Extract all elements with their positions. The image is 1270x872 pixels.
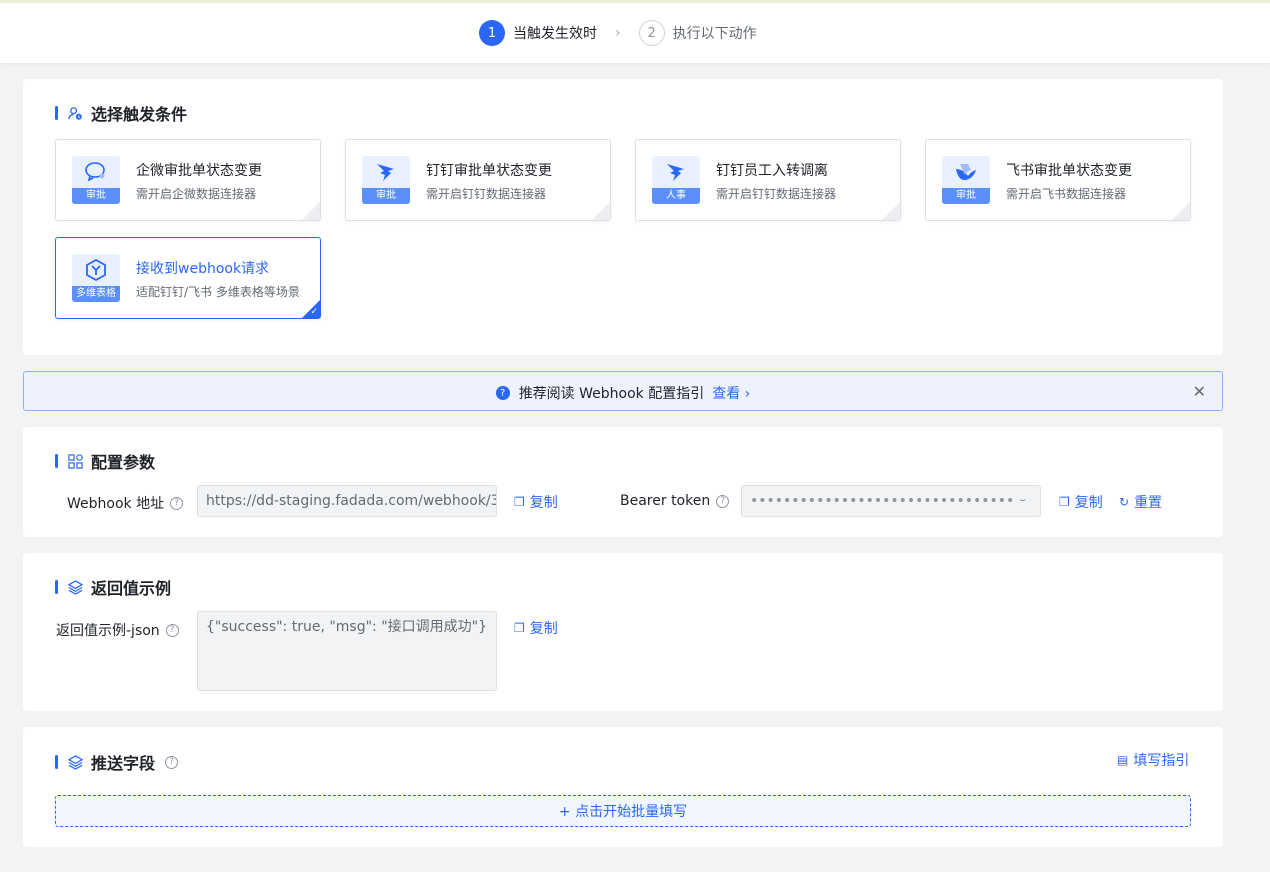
dingtalk-icon: 审批 <box>362 156 410 204</box>
step-1-number[interactable]: 1 <box>479 20 505 46</box>
user-trigger-icon <box>68 106 83 121</box>
section-title-text: 配置参数 <box>91 453 156 472</box>
option-corner <box>302 202 320 220</box>
trigger-option-feishu-approval[interactable]: 审批 飞书审批单状态变更 需开启飞书数据连接器 <box>925 139 1191 221</box>
section-bar <box>55 580 58 594</box>
return-section-title: 返回值示例 <box>55 575 171 599</box>
webhook-url-label-text: Webhook 地址 <box>67 496 165 512</box>
option-tag: 审批 <box>362 188 410 204</box>
copy-label: 复制 <box>529 495 558 511</box>
copy-icon: ❐ <box>1059 495 1070 509</box>
step-1-label[interactable]: 当触发生效时 <box>513 23 597 43</box>
help-icon[interactable]: ? <box>170 496 184 510</box>
bearer-token-label: Bearer token ? <box>620 493 730 509</box>
config-section-title: 配置参数 <box>55 449 155 473</box>
dingtalk-icon: 人事 <box>652 156 700 204</box>
section-title-text: 返回值示例 <box>91 579 172 598</box>
help-icon[interactable]: ? <box>165 755 179 769</box>
step-header: 1 当触发生效时 › 2 执行以下动作 <box>0 3 1270 63</box>
return-json-label-text: 返回值示例-json <box>56 623 160 639</box>
trigger-option-wecom-approval[interactable]: 审批 企微审批单状态变更 需开启企微数据连接器 <box>55 139 321 221</box>
webhook-url-label: Webhook 地址 ? <box>67 493 184 513</box>
trigger-section-title: 选择触发条件 <box>55 101 187 125</box>
chevron-right-icon: › <box>615 25 621 41</box>
copy-icon: ❐ <box>514 621 525 635</box>
copy-label: 复制 <box>529 621 558 637</box>
option-title: 接收到webhook请求 <box>136 261 270 277</box>
option-tag: 人事 <box>652 188 700 204</box>
option-tag: 审批 <box>72 188 120 204</box>
return-json-textarea[interactable]: {"success": true, "msg": "接口调用成功"} <box>197 611 497 691</box>
notice-text: 推荐阅读 Webhook 配置指引 <box>518 386 705 402</box>
option-title: 飞书审批单状态变更 <box>1006 163 1132 179</box>
trigger-option-dingtalk-hr[interactable]: 人事 钉钉员工入转调离 需开启钉钉数据连接器 <box>635 139 901 221</box>
section-bar <box>55 106 58 120</box>
step-2-number[interactable]: 2 <box>638 20 665 46</box>
question-icon: ? <box>495 386 510 400</box>
copy-icon: ❐ <box>514 495 525 509</box>
option-title: 企微审批单状态变更 <box>136 163 262 179</box>
layers-icon <box>68 579 83 595</box>
grid-icon <box>68 453 83 469</box>
help-icon[interactable]: ? <box>716 494 730 508</box>
bearer-token-field[interactable]: •••••••••••••••••••••••••••••••• <box>741 485 1041 517</box>
stepper: 1 当触发生效时 › 2 执行以下动作 <box>479 20 757 46</box>
section-bar <box>55 755 58 769</box>
copy-label: 复制 <box>1074 495 1103 511</box>
return-json-label: 返回值示例-json ? <box>56 620 179 640</box>
copy-json-button[interactable]: ❐ 复制 <box>514 618 558 638</box>
push-section-title: 推送字段 ? <box>55 750 179 774</box>
fill-guide-link[interactable]: ▤ 填写指引 <box>1117 750 1189 770</box>
view-guide-link[interactable]: 查看 › <box>712 383 750 403</box>
bearer-token-label-text: Bearer token <box>620 493 711 509</box>
copy-webhook-button[interactable]: ❐ 复制 <box>514 492 558 512</box>
option-corner <box>882 202 900 220</box>
batch-fill-button[interactable]: + 点击开始批量填写 <box>55 795 1191 827</box>
option-desc: 需开启钉钉数据连接器 <box>716 187 837 201</box>
section-bar <box>55 454 58 468</box>
copy-token-button[interactable]: ❐ 复制 <box>1059 492 1103 512</box>
eye-closed-icon[interactable]: ⌣ <box>1019 493 1026 507</box>
section-title-text: 选择触发条件 <box>91 105 188 124</box>
option-desc: 需开启企微数据连接器 <box>136 187 257 201</box>
reset-token-button[interactable]: ↻ 重置 <box>1119 492 1162 512</box>
wecom-chat-icon: 审批 <box>72 156 120 204</box>
return-section: 返回值示例 返回值示例-json ? {"success": true, "ms… <box>23 553 1223 711</box>
push-fields-section: 推送字段 ? ▤ 填写指引 + 点击开始批量填写 <box>23 727 1223 847</box>
option-corner <box>1172 202 1190 220</box>
trigger-option-dingtalk-approval[interactable]: 审批 钉钉审批单状态变更 需开启钉钉数据连接器 <box>345 139 611 221</box>
option-tag: 多维表格 <box>72 286 120 302</box>
trigger-section: 选择触发条件 审批 企微审批单状态变更 需开启企微数据连接器 审批 钉钉审批单状… <box>23 79 1223 355</box>
option-tag: 审批 <box>942 188 990 204</box>
trigger-option-webhook[interactable]: 多维表格 接收到webhook请求 适配钉钉/飞书 多维表格等场景 ✓ <box>55 237 321 319</box>
webhook-cube-icon: 多维表格 <box>72 254 120 302</box>
refresh-icon: ↻ <box>1119 495 1130 509</box>
option-title: 钉钉审批单状态变更 <box>426 163 552 179</box>
option-corner <box>592 202 610 220</box>
check-icon: ✓ <box>310 307 318 317</box>
option-desc: 需开启飞书数据连接器 <box>1006 187 1127 201</box>
option-desc: 需开启钉钉数据连接器 <box>426 187 547 201</box>
option-desc: 适配钉钉/飞书 多维表格等场景 <box>136 285 300 299</box>
step-2-label[interactable]: 执行以下动作 <box>673 23 757 43</box>
document-icon: ▤ <box>1117 753 1129 767</box>
layers-icon <box>68 754 83 770</box>
webhook-guide-notice: ? 推荐阅读 Webhook 配置指引 查看 › ✕ <box>23 371 1223 411</box>
reset-label: 重置 <box>1134 495 1163 511</box>
help-icon[interactable]: ? <box>165 623 179 637</box>
close-icon[interactable]: ✕ <box>1193 382 1206 401</box>
section-title-text: 推送字段 <box>91 754 156 773</box>
webhook-url-field[interactable]: https://dd-staging.fadada.com/webhook/3 <box>197 485 497 517</box>
option-title: 钉钉员工入转调离 <box>716 163 828 179</box>
config-section: 配置参数 Webhook 地址 ? https://dd-staging.fad… <box>23 427 1223 537</box>
fill-guide-label: 填写指引 <box>1133 753 1190 769</box>
feishu-icon: 审批 <box>942 156 990 204</box>
